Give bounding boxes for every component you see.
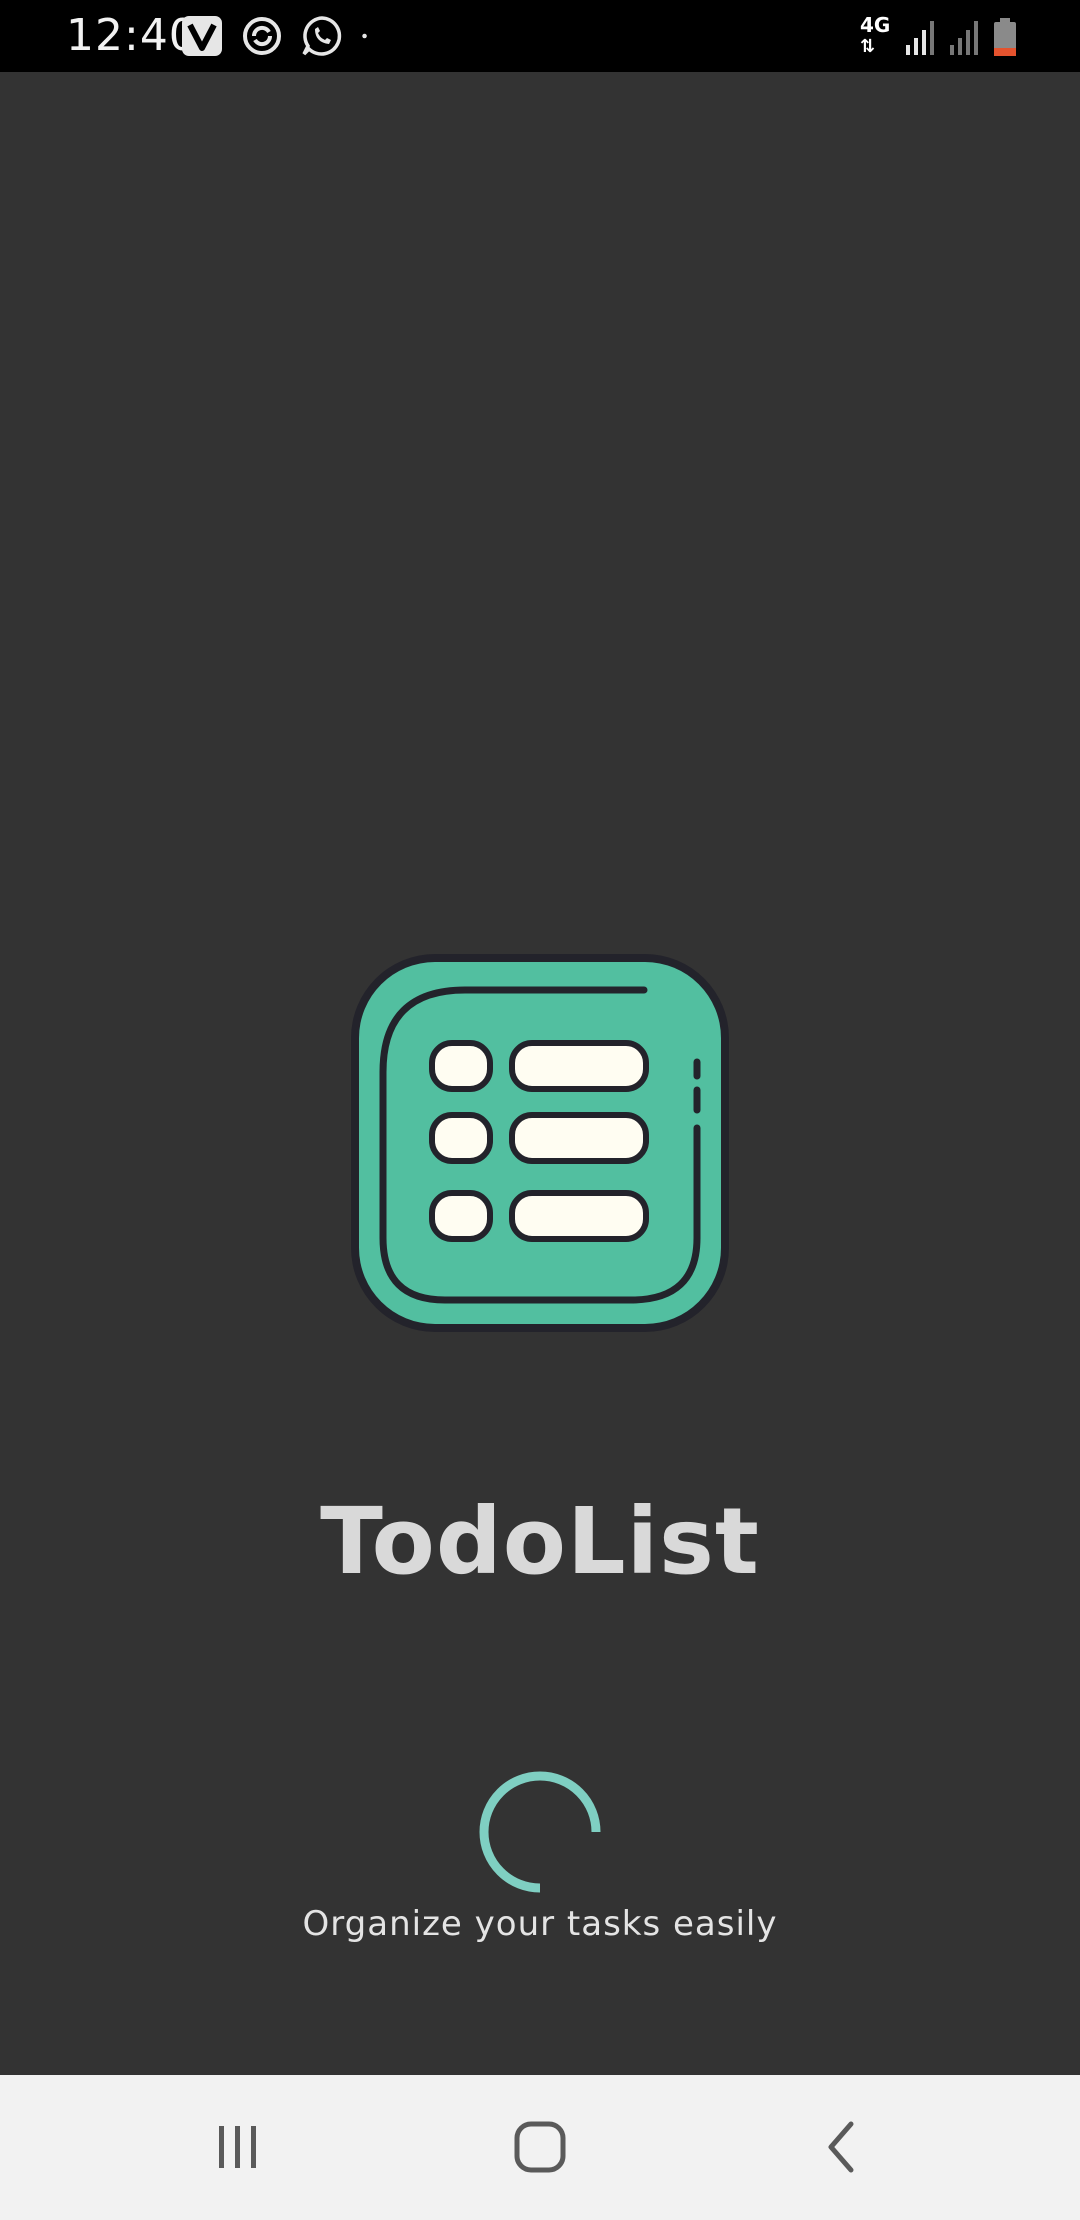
signal-2-icon — [950, 21, 978, 55]
sync-icon — [243, 17, 281, 55]
todo-list-logo-icon — [351, 954, 729, 1332]
network-type: 4G ⇅ — [860, 15, 894, 59]
signal-1-icon — [906, 21, 934, 55]
back-icon — [828, 2121, 854, 2173]
notification-dot-icon — [362, 33, 367, 39]
network-arrows: ⇅ — [860, 36, 876, 57]
home-button[interactable] — [495, 2107, 585, 2187]
app-tagline: Organize your tasks easily — [302, 1904, 778, 1944]
v-app-icon — [182, 16, 222, 56]
recent-apps-icon — [219, 2126, 256, 2168]
whatsapp-icon — [302, 16, 342, 56]
notification-icons — [180, 12, 380, 60]
back-button[interactable] — [797, 2107, 887, 2187]
recent-apps-button[interactable] — [193, 2107, 283, 2187]
status-bar: 12:40 4G ⇅ — [0, 0, 1080, 72]
system-icons: 4G ⇅ — [860, 14, 1018, 60]
status-time: 12:40 — [66, 10, 198, 61]
splash-screen: 12:40 4G ⇅ TodoList Organize your tasks … — [0, 0, 1080, 2220]
loading-spinner — [479, 1771, 601, 1893]
battery-low-icon — [994, 18, 1016, 56]
network-type-label: 4G — [860, 13, 891, 37]
navigation-bar — [0, 2075, 1080, 2220]
app-title: TodoList — [320, 1488, 760, 1595]
home-icon — [514, 2121, 566, 2173]
